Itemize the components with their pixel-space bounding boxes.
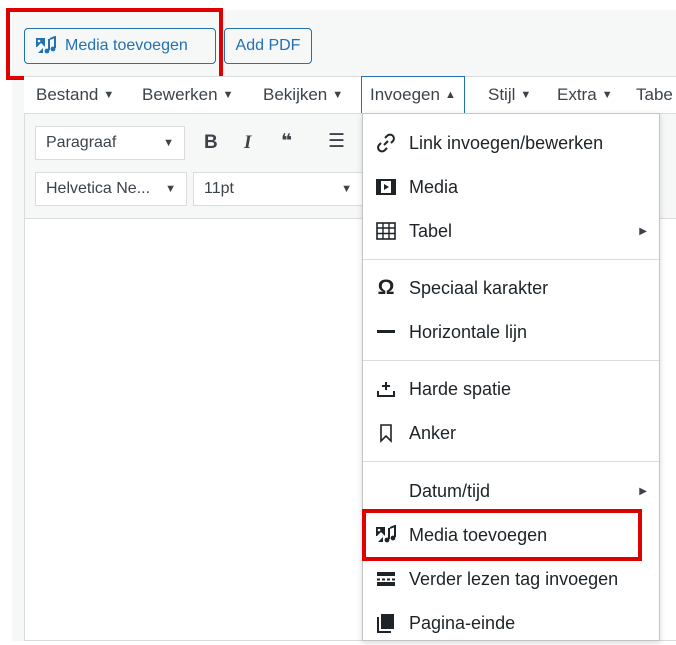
blockquote-icon[interactable]: ❝: [281, 130, 292, 153]
italic-icon[interactable]: I: [244, 132, 251, 154]
menu-item-media[interactable]: Media: [363, 165, 659, 209]
add-media-icon: [375, 524, 397, 546]
read-more-icon: [375, 568, 397, 590]
omega-icon: Ω: [377, 276, 395, 299]
menu-divider: [363, 259, 659, 260]
menu-item-add-media[interactable]: Media toevoegen: [363, 513, 659, 557]
table-icon: [375, 220, 397, 242]
horizontal-line-icon: [375, 321, 397, 343]
menu-extra[interactable]: Extra ▼: [557, 77, 613, 113]
bookmark-icon: [375, 422, 397, 444]
menu-item-special-character[interactable]: Ω Speciaal karakter: [363, 266, 659, 310]
menu-item-read-more[interactable]: Verder lezen tag invoegen: [363, 557, 659, 601]
menu-item-nonbreaking-space[interactable]: Harde spatie: [363, 367, 659, 411]
menu-bekijken[interactable]: Bekijken ▼: [263, 77, 343, 113]
menu-item-date-time[interactable]: Datum/tijd ▶: [363, 469, 659, 513]
format-select[interactable]: Paragraaf ▼: [35, 126, 185, 160]
menu-item-link[interactable]: Link invoegen/bewerken: [363, 121, 659, 165]
chevron-down-icon: ▼: [341, 183, 352, 195]
font-size-select[interactable]: 11pt ▼: [193, 172, 363, 206]
menu-divider: [363, 360, 659, 361]
chevron-down-icon: ▼: [165, 183, 176, 195]
add-media-label: Media toevoegen: [65, 37, 188, 54]
insert-menu-dropdown: Link invoegen/bewerken Media Tabel ▶ Ω S…: [362, 113, 660, 641]
video-icon: [375, 176, 397, 198]
add-pdf-label: Add PDF: [235, 37, 301, 54]
menu-bestand[interactable]: Bestand ▼: [36, 77, 114, 113]
submenu-arrow-icon: ▶: [639, 225, 647, 237]
add-media-button[interactable]: Media toevoegen: [24, 28, 216, 64]
page-break-icon: [375, 612, 397, 634]
menu-item-table[interactable]: Tabel ▶: [363, 209, 659, 253]
menu-bewerken[interactable]: Bewerken ▼: [142, 77, 234, 113]
menu-stijl[interactable]: Stijl ▼: [488, 77, 531, 113]
link-icon: [375, 132, 397, 154]
nonbreaking-space-icon: [375, 378, 397, 400]
menu-item-anchor[interactable]: Anker: [363, 411, 659, 455]
bold-icon[interactable]: B: [204, 132, 218, 154]
menu-tabel[interactable]: Tabe: [636, 77, 673, 113]
submenu-arrow-icon: ▶: [639, 485, 647, 497]
add-pdf-button[interactable]: Add PDF: [224, 28, 312, 64]
menu-divider: [363, 461, 659, 462]
add-media-icon: [35, 36, 57, 56]
bullet-list-icon[interactable]: ☰: [328, 130, 345, 153]
font-family-select[interactable]: Helvetica Ne... ▼: [35, 172, 187, 206]
chevron-down-icon: ▼: [163, 137, 174, 149]
menu-bar: Bestand ▼ Bewerken ▼ Bekijken ▼ Invoegen ▲ S…: [24, 76, 676, 114]
menu-item-horizontal-line[interactable]: Horizontale lijn: [363, 310, 659, 354]
menu-item-page-break[interactable]: Pagina-einde: [363, 601, 659, 645]
menu-invoegen[interactable]: Invoegen ▲: [361, 76, 465, 114]
